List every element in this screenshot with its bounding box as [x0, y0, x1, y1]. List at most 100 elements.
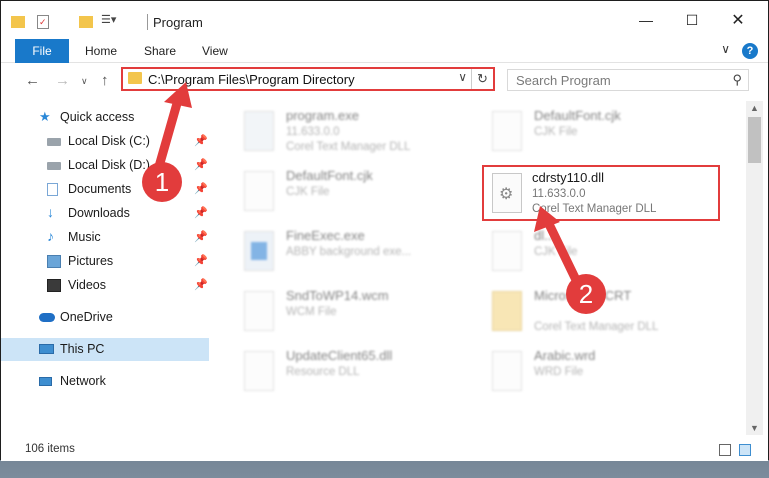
file-name: dl... [534, 228, 555, 243]
search-input[interactable]: Search Program ⚲ [507, 69, 749, 91]
address-path[interactable]: C:\Program Files\Program Directory [148, 72, 355, 87]
back-icon[interactable]: ← [25, 72, 40, 89]
documents-icon [47, 183, 58, 196]
annotation-step-1: 1 [142, 162, 182, 202]
file-type: Resource DLL [286, 366, 360, 378]
close-icon[interactable]: ✕ [715, 1, 761, 39]
file-item-sndtowp14-wcm[interactable]: SndToWP14.wcm WCM File [234, 285, 474, 341]
sidebar-item-label: Local Disk (D:) [68, 158, 150, 172]
properties-icon[interactable]: ✓ [37, 15, 49, 29]
network-icon [39, 377, 52, 386]
large-icons-view-icon[interactable] [739, 444, 751, 456]
file-item-cdrsty110-dll[interactable]: ⚙ cdrsty110.dll 11.633.0.0 Corel Text Ma… [482, 165, 720, 221]
file-item-program-exe[interactable]: program.exe 11.633.0.0 Corel Text Manage… [234, 105, 474, 161]
minimize-icon[interactable]: — [623, 1, 669, 39]
folder-icon[interactable] [11, 16, 25, 28]
sidebar-item-quick-access[interactable]: ★ Quick access [1, 106, 209, 129]
explorer-window: ✓ ☰▾ Program — ☐ ✕ File Home Share View … [0, 0, 769, 461]
download-icon: ↓ [47, 204, 54, 220]
sidebar-item-network[interactable]: Network [1, 370, 209, 393]
customize-toolbar-icon[interactable]: ☰▾ [101, 13, 116, 26]
sidebar-item-onedrive[interactable]: OneDrive [1, 306, 209, 329]
details-view-icon[interactable] [719, 444, 731, 456]
pin-icon[interactable]: 📌 [194, 206, 208, 219]
refresh-icon[interactable]: ↻ [471, 69, 493, 89]
computer-icon [39, 344, 54, 354]
sidebar-item-downloads[interactable]: ↓ Downloads 📌 [1, 202, 209, 225]
exe-icon [238, 109, 278, 155]
address-dropdown-icon[interactable]: ∨ [458, 70, 467, 84]
search-placeholder: Search Program [516, 73, 611, 88]
sidebar-item-music[interactable]: ♪ Music 📌 [1, 226, 209, 249]
sidebar-item-label: Music [68, 230, 101, 244]
drive-icon [47, 162, 61, 170]
file-description: Corel Text Manager DLL [532, 203, 657, 215]
file-type: CJK File [534, 126, 578, 138]
title-separator [147, 14, 148, 30]
gear-file-icon: ⚙ [488, 171, 528, 217]
scroll-down-icon[interactable]: ▼ [746, 421, 763, 435]
pin-icon[interactable]: 📌 [194, 158, 208, 171]
sidebar-item-pictures[interactable]: Pictures 📌 [1, 250, 209, 273]
file-item-defaultfont-cjk-2[interactable]: DefaultFont.cjk CJK File [482, 105, 722, 161]
recent-locations-icon[interactable]: ∨ [81, 76, 88, 87]
tab-home[interactable]: Home [85, 39, 117, 63]
navigation-pane: ★ Quick access Local Disk (C:) 📌 Local D… [1, 101, 211, 435]
file-item-defaultfont-cjk[interactable]: DefaultFont.cjk CJK File [234, 165, 474, 221]
tab-file[interactable]: File [15, 39, 69, 63]
title-bar: ✓ ☰▾ Program — ☐ ✕ [1, 1, 768, 39]
sidebar-item-videos[interactable]: Videos 📌 [1, 274, 209, 297]
videos-icon [47, 279, 61, 292]
pin-icon[interactable]: 📌 [194, 278, 208, 291]
annotation-step-2: 2 [566, 274, 606, 314]
document-icon [486, 109, 526, 155]
file-name: cdrsty110.dll [532, 170, 605, 185]
file-item-updateclient65-dll[interactable]: UpdateClient65.dll Resource DLL [234, 345, 474, 401]
file-name: FineExec.exe [286, 228, 365, 243]
sidebar-item-this-pc[interactable]: This PC [1, 338, 209, 361]
item-count: 106 items [25, 443, 75, 455]
file-version: 11.633.0.0 [532, 188, 586, 200]
pin-icon[interactable]: 📌 [194, 254, 208, 267]
document-icon [238, 169, 278, 215]
file-item-fineexec-exe[interactable]: FineExec.exe ABBY background exe... [234, 225, 474, 281]
sidebar-item-label: Quick access [60, 110, 135, 124]
search-icon[interactable]: ⚲ [732, 72, 742, 88]
file-type: WRD File [534, 366, 584, 378]
sidebar-item-local-disk-c[interactable]: Local Disk (C:) 📌 [1, 130, 209, 153]
scroll-up-icon[interactable]: ▲ [746, 101, 763, 115]
pictures-icon [47, 255, 61, 268]
file-type: CJK File [534, 246, 578, 258]
app-icon [238, 229, 278, 275]
forward-icon[interactable]: → [55, 72, 70, 89]
scroll-thumb[interactable] [748, 117, 761, 163]
tab-share[interactable]: Share [144, 39, 176, 63]
file-name: SndToWP14.wcm [286, 288, 389, 303]
ribbon-tabs: File Home Share View ∨ ? [1, 39, 768, 63]
pin-icon[interactable]: 📌 [194, 230, 208, 243]
file-description: Corel Text Manager DLL [286, 141, 411, 153]
file-version: 11.633.0.0 [286, 126, 340, 138]
pin-icon[interactable]: 📌 [194, 134, 208, 147]
address-bar[interactable]: C:\Program Files\Program Directory ∨ ↻ [121, 67, 495, 91]
help-button[interactable]: ? [742, 43, 758, 59]
expand-ribbon-icon[interactable]: ∨ [721, 42, 730, 56]
file-item-dll[interactable]: dl... CJK File [482, 225, 722, 281]
new-folder-icon[interactable] [79, 16, 93, 28]
file-item-arabic-wrd[interactable]: Arabic.wrd WRD File [482, 345, 722, 401]
status-bar: 106 items [1, 439, 768, 461]
document-icon [486, 229, 526, 275]
file-type: WCM File [286, 306, 337, 318]
drive-icon [47, 138, 61, 146]
file-name: UpdateClient65.dll [286, 348, 393, 363]
pin-icon[interactable]: 📌 [194, 182, 208, 195]
maximize-icon[interactable]: ☐ [669, 1, 715, 39]
tab-view[interactable]: View [202, 39, 228, 63]
up-icon[interactable]: ↑ [101, 72, 109, 89]
file-type: CJK File [286, 186, 330, 198]
vertical-scrollbar[interactable]: ▲ ▼ [746, 101, 763, 435]
file-name: DefaultFont.cjk [286, 168, 373, 183]
sidebar-item-label: Local Disk (C:) [68, 134, 150, 148]
file-type: ABBY background exe... [286, 246, 412, 258]
folder-icon [128, 72, 142, 84]
